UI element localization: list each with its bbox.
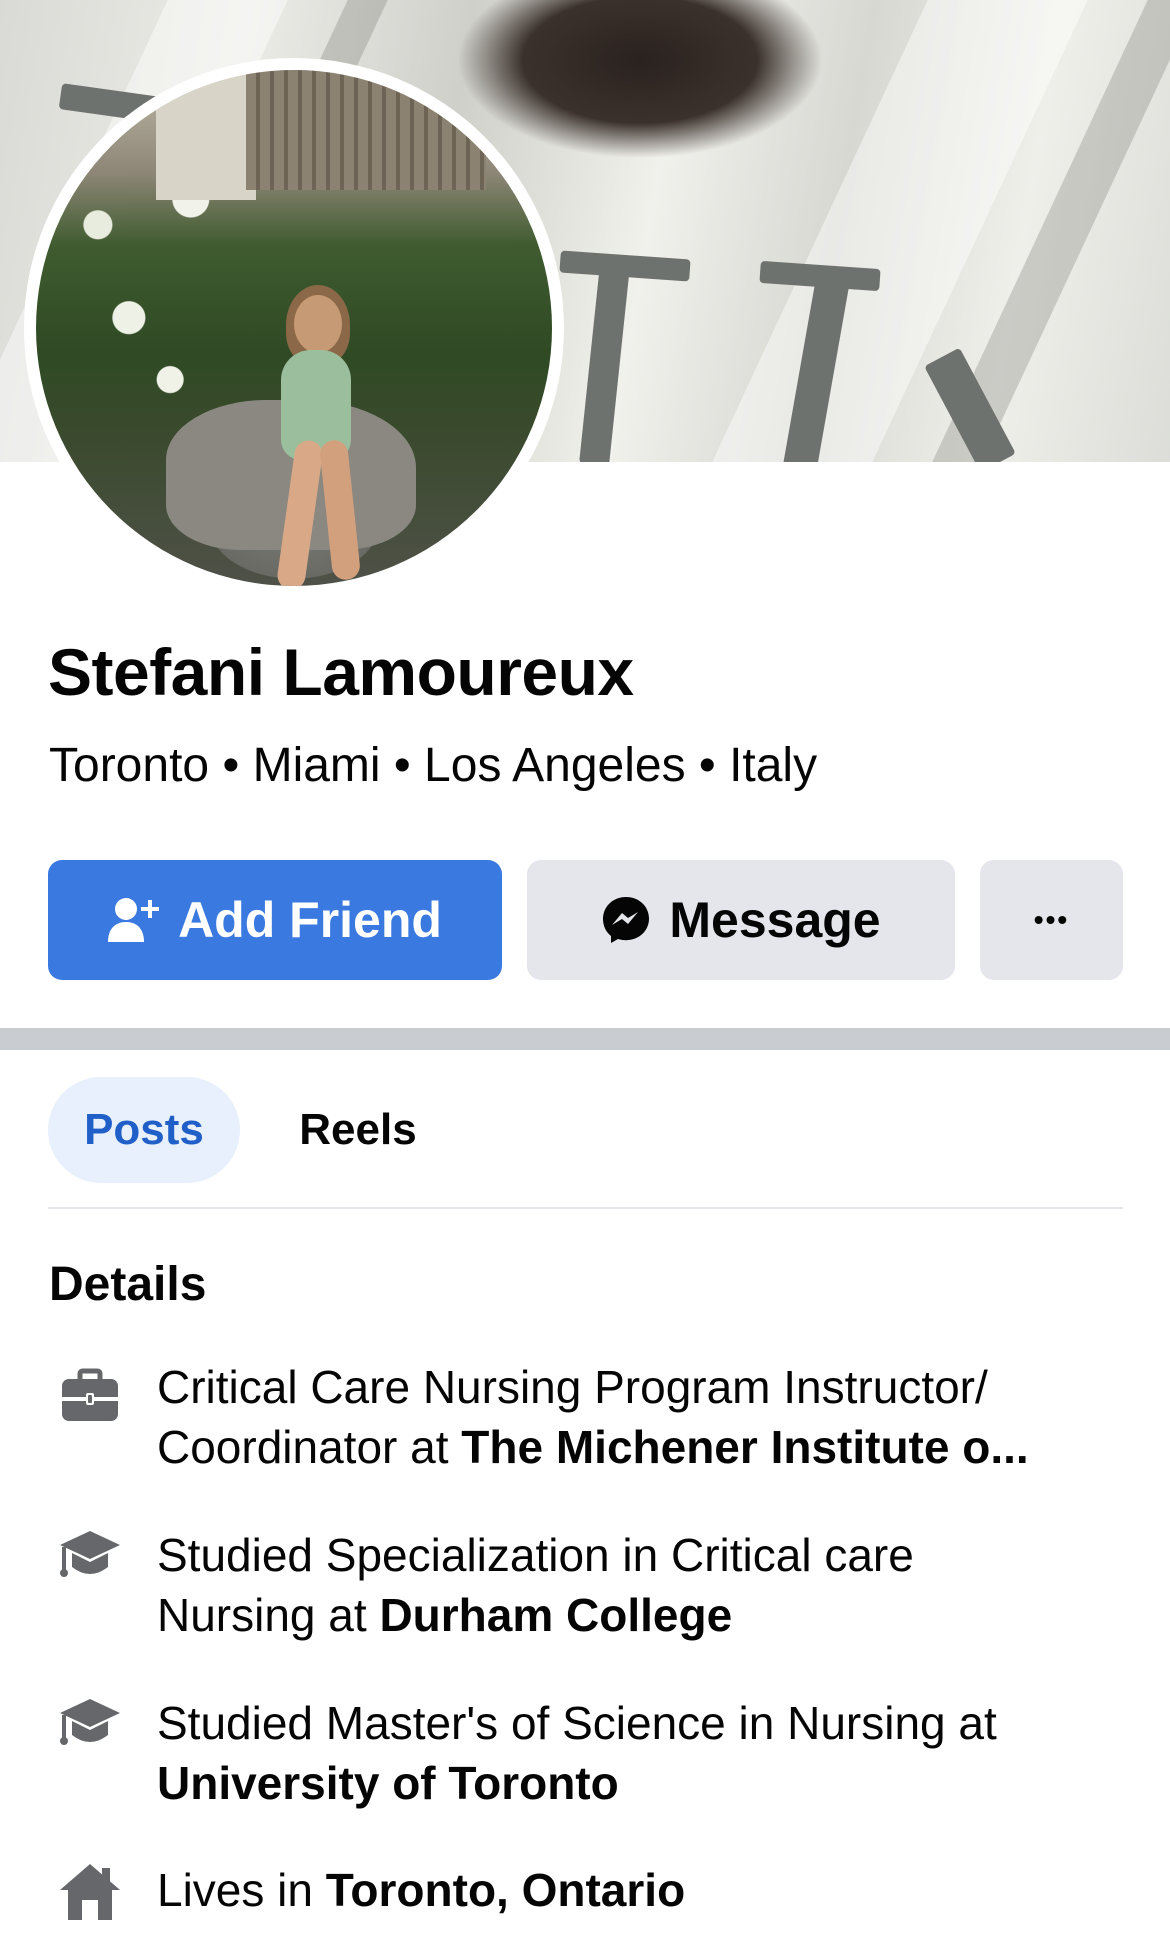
detail-education-2-text: Studied Master's of Science in Nursing a…: [157, 1693, 1123, 1813]
school-link-uoft[interactable]: University of Toronto: [157, 1757, 619, 1809]
more-options-button[interactable]: •••: [980, 860, 1123, 980]
detail-lives-in-prefix: Lives in: [157, 1864, 326, 1916]
messenger-icon: [601, 895, 651, 945]
graduation-cap-icon: [58, 1695, 122, 1759]
add-friend-icon: [108, 896, 160, 944]
detail-lives-in-line: Lives in Toronto, Ontario: [157, 1860, 1123, 1920]
message-button[interactable]: Message: [527, 860, 955, 980]
avatar-fence: [246, 70, 486, 190]
add-friend-button[interactable]: Add Friend: [48, 860, 502, 980]
cover-letter-shape: [579, 254, 631, 462]
profile-name: Stefani Lamoureux: [48, 635, 634, 709]
profile-avatar[interactable]: [36, 70, 552, 586]
avatar-wall: [156, 70, 256, 200]
avatar-person-head: [294, 295, 342, 353]
detail-work-text: Critical Care Nursing Program Instructor…: [157, 1357, 1123, 1477]
detail-work-line2: Coordinator at The Michener Institute o.…: [157, 1417, 1123, 1477]
employer-link[interactable]: The Michener Institute o...: [461, 1421, 1028, 1473]
profile-locations: Toronto • Miami • Los Angeles • Italy: [49, 739, 818, 792]
details-heading: Details: [49, 1258, 207, 1311]
detail-work-line1: Critical Care Nursing Program Instructor…: [157, 1361, 988, 1413]
detail-education-2-line1: Studied Master's of Science in Nursing a…: [157, 1697, 997, 1749]
hometown-link[interactable]: Toronto, Ontario: [326, 1864, 685, 1916]
tab-reels[interactable]: Reels: [270, 1077, 446, 1183]
detail-work-prefix: Coordinator at: [157, 1421, 462, 1473]
graduation-cap-icon: [58, 1527, 122, 1591]
detail-education-2-line2: University of Toronto: [157, 1753, 1123, 1813]
message-label: Message: [669, 892, 881, 948]
more-options-icon: •••: [1033, 904, 1070, 935]
section-divider: [0, 1028, 1170, 1050]
detail-education-1-line1: Studied Specialization in Critical care: [157, 1529, 914, 1581]
tabs-divider: [48, 1207, 1123, 1209]
add-friend-label: Add Friend: [178, 892, 442, 948]
detail-lives-in-text: Lives in Toronto, Ontario: [157, 1860, 1123, 1920]
school-link-durham[interactable]: Durham College: [379, 1589, 732, 1641]
detail-education-1-line2: Nursing at Durham College: [157, 1585, 1123, 1645]
cover-fabric-fold: [712, 0, 1088, 462]
tab-posts[interactable]: Posts: [48, 1077, 240, 1183]
detail-education-1-text: Studied Specialization in Critical care …: [157, 1525, 1123, 1645]
detail-education-1-prefix: Nursing at: [157, 1589, 380, 1641]
home-icon: [58, 1860, 122, 1924]
briefcase-icon: [58, 1365, 122, 1429]
